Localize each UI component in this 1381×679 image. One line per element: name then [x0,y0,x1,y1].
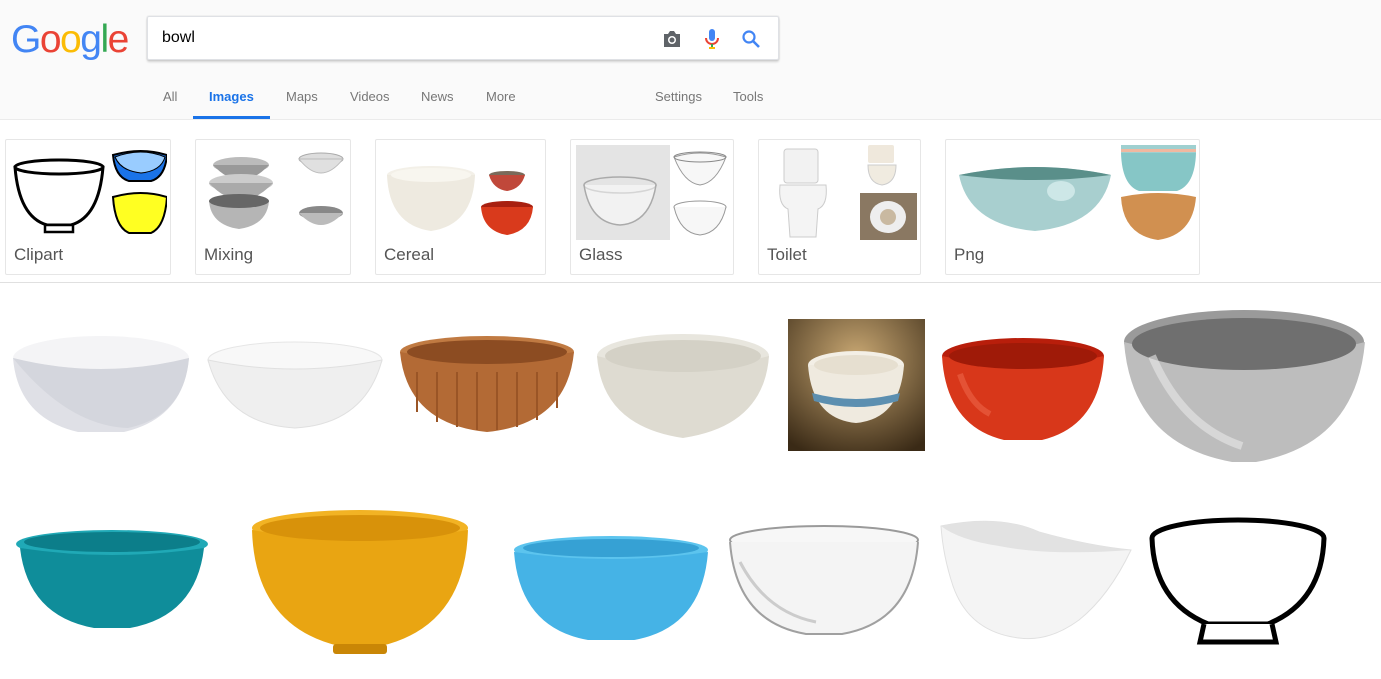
header: Google All Images Maps Videos News More … [0,0,1381,120]
result-steel-bowl[interactable] [1122,306,1367,466]
result-beige-bowl[interactable] [594,330,772,442]
search-box [147,16,779,60]
image-results [0,284,1381,679]
logo-letter: g [80,18,102,61]
logo-letter: o [39,18,62,61]
result-white-bowl-1[interactable] [8,328,194,440]
google-logo[interactable]: Google [11,18,130,61]
result-glass-bowl[interactable] [726,522,922,642]
logo-letter: e [107,18,130,61]
chip-glass[interactable]: Glass [570,139,734,275]
related-searches: Clipart Mixing Cereal Glass Toilet Png [0,120,1381,283]
search-icon[interactable] [739,27,763,51]
tab-more[interactable]: More [470,80,532,119]
chip-clipart[interactable]: Clipart [5,139,171,275]
result-yellow-bowl[interactable] [249,506,471,656]
tab-tools[interactable]: Tools [717,80,779,119]
camera-icon[interactable] [660,27,684,51]
chip-mixing[interactable]: Mixing [195,139,351,275]
chip-label: Cereal [384,245,435,264]
result-outline-bowl[interactable] [1148,516,1330,648]
chip-label: Clipart [14,245,64,264]
result-white-bowl-2[interactable] [205,338,385,434]
tab-settings[interactable]: Settings [639,80,718,119]
microphone-icon[interactable] [700,27,724,51]
chip-png[interactable]: Png [945,139,1200,275]
result-light-blue-bowl[interactable] [512,532,710,644]
result-red-bowl[interactable] [940,334,1106,446]
logo-letter: l [100,18,109,61]
logo-letter: o [60,18,82,61]
chip-label: Png [954,245,985,264]
chip-toilet[interactable]: Toilet [758,139,921,275]
result-teal-bowl[interactable] [14,526,210,634]
chip-cereal[interactable]: Cereal [375,139,546,275]
tab-videos[interactable]: Videos [334,80,406,119]
chip-label: Toilet [767,245,807,264]
search-input[interactable] [162,17,642,59]
tab-maps[interactable]: Maps [270,80,334,119]
result-striped-bowl-photo[interactable] [788,319,925,451]
result-white-curved-bowl[interactable] [939,516,1133,646]
logo-letter: G [11,18,41,61]
tab-all[interactable]: All [147,80,193,119]
tab-images[interactable]: Images [193,80,270,119]
tab-news[interactable]: News [405,80,470,119]
result-bamboo-bowl[interactable] [397,332,577,436]
search-tabs: All Images Maps Videos News More Setting… [0,80,1381,120]
chip-label: Glass [579,245,623,264]
chip-label: Mixing [204,245,254,264]
